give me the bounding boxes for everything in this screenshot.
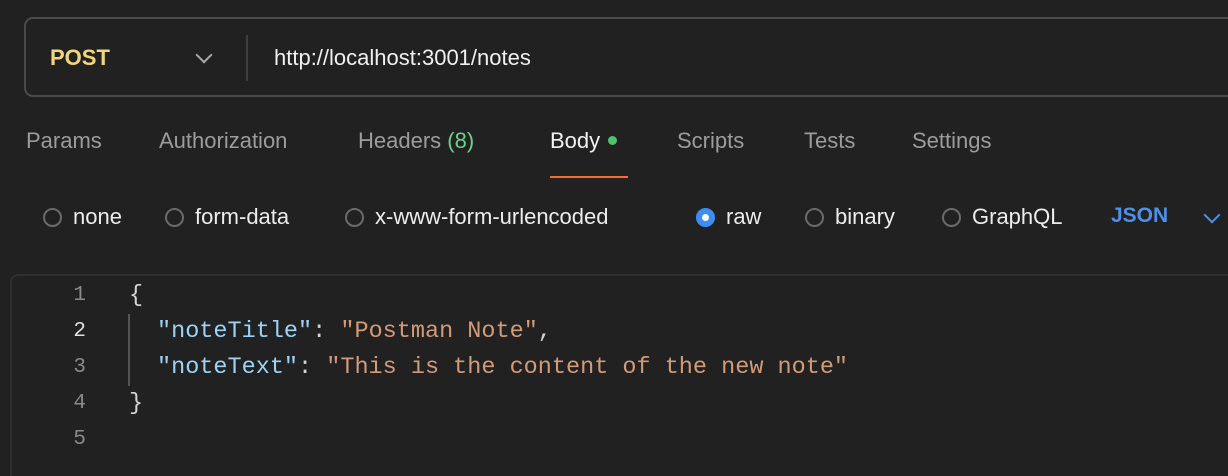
method-label: POST [50, 45, 110, 70]
tab-scripts[interactable]: Scripts [677, 128, 744, 154]
radio-label: binary [835, 204, 895, 229]
radio-icon [43, 207, 62, 227]
line-number: 2 [73, 320, 86, 343]
json-key: "noteTitle" [157, 318, 313, 345]
tab-label: Headers [358, 128, 442, 153]
radio-label: GraphQL [972, 204, 1063, 229]
tab-authorization[interactable]: Authorization [159, 128, 287, 154]
radio-graphql[interactable]: GraphQL [942, 204, 1063, 230]
radio-icon [345, 207, 364, 227]
code-line: "noteTitle": "Postman Note", [157, 314, 552, 350]
radio-binary[interactable]: binary [805, 204, 895, 230]
divider [246, 35, 248, 81]
tab-params[interactable]: Params [26, 128, 102, 154]
json-string: "This is the content of the new note" [326, 354, 849, 381]
tab-headers[interactable]: Headers (8) [358, 128, 474, 154]
radio-icon [805, 207, 824, 227]
code-editor[interactable]: 1 { 2 "noteTitle": "Postman Note", 3 "noteT… [10, 274, 1228, 476]
line-number: 4 [73, 392, 86, 415]
code-line: "noteText": "This is the content of the … [157, 350, 848, 386]
code-line: { [129, 282, 144, 309]
format-label: JSON [1111, 204, 1169, 227]
tab-body[interactable]: Body [550, 128, 618, 154]
chevron-down-icon [1203, 206, 1221, 224]
line-number: 1 [73, 284, 86, 307]
indent-guide [128, 314, 130, 386]
radio-label: x-www-form-urlencoded [375, 204, 609, 229]
radio-none[interactable]: none [43, 204, 122, 230]
radio-x-www-form-urlencoded[interactable]: x-www-form-urlencoded [345, 204, 609, 230]
request-url-bar: POST http://localhost:3001/notes [24, 17, 1228, 97]
line-number: 3 [73, 356, 86, 379]
radio-selected-icon [696, 207, 715, 227]
radio-icon [165, 207, 184, 227]
json-string: "Postman Note" [340, 318, 538, 345]
headers-count: (8) [447, 128, 475, 153]
json-comma: , [537, 318, 552, 345]
tab-label: Body [550, 128, 601, 153]
json-colon: : [312, 318, 341, 345]
tab-tests[interactable]: Tests [804, 128, 855, 154]
modified-dot-icon [608, 135, 618, 145]
json-key: "noteText" [157, 354, 299, 381]
radio-label: none [73, 204, 122, 229]
chevron-down-icon [195, 46, 213, 64]
radio-label: raw [726, 204, 762, 229]
tab-settings[interactable]: Settings [912, 128, 992, 154]
active-tab-indicator [550, 176, 628, 178]
url-input[interactable]: http://localhost:3001/notes [274, 19, 531, 97]
radio-icon [942, 207, 961, 227]
line-number: 5 [73, 428, 86, 451]
code-line: } [129, 390, 144, 417]
radio-form-data[interactable]: form-data [165, 204, 289, 230]
radio-raw[interactable]: raw [696, 204, 761, 230]
json-colon: : [298, 354, 327, 381]
radio-label: form-data [195, 204, 290, 229]
